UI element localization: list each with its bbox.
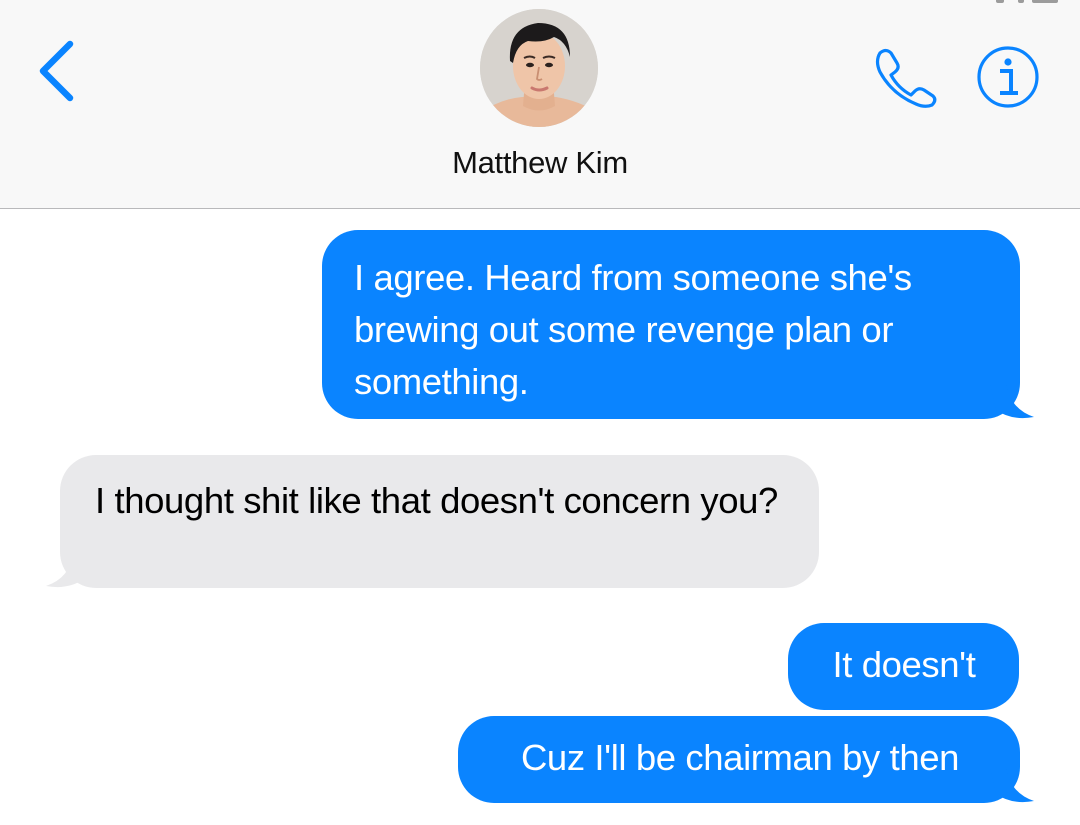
messages-conversation-screen: Matthew Kim I agree. Heard from someone …: [0, 0, 1080, 825]
contact-name[interactable]: Matthew Kim: [0, 145, 1080, 181]
phone-icon: [875, 48, 937, 108]
message-text: I thought shit like that doesn't concern…: [95, 480, 778, 521]
bubble-tail: [46, 552, 90, 588]
message-text: Cuz I'll be chairman by then: [520, 737, 960, 778]
call-button[interactable]: [870, 44, 940, 108]
conversation-header: Matthew Kim: [0, 0, 1080, 209]
message-bubble-sent[interactable]: I agree. Heard from someone she's brewin…: [322, 230, 1034, 419]
info-circle-icon: [977, 46, 1039, 108]
avatar-photo: [480, 9, 598, 127]
message-text: I agree. Heard from someone she's brewin…: [354, 257, 912, 402]
bubble-tail: [990, 767, 1034, 803]
message-bubble-sent[interactable]: Cuz I'll be chairman by then: [458, 716, 1034, 803]
chevron-left-icon: [39, 40, 74, 102]
back-button[interactable]: [34, 38, 78, 104]
message-text: It doesn't: [832, 644, 976, 685]
message-bubble-sent[interactable]: It doesn't: [788, 623, 1019, 710]
status-bar-fragment: [988, 0, 1058, 4]
bubble-tail: [990, 383, 1034, 419]
message-bubble-received[interactable]: I thought shit like that doesn't concern…: [46, 455, 819, 588]
contact-avatar[interactable]: [480, 9, 598, 127]
info-button[interactable]: [976, 45, 1040, 109]
